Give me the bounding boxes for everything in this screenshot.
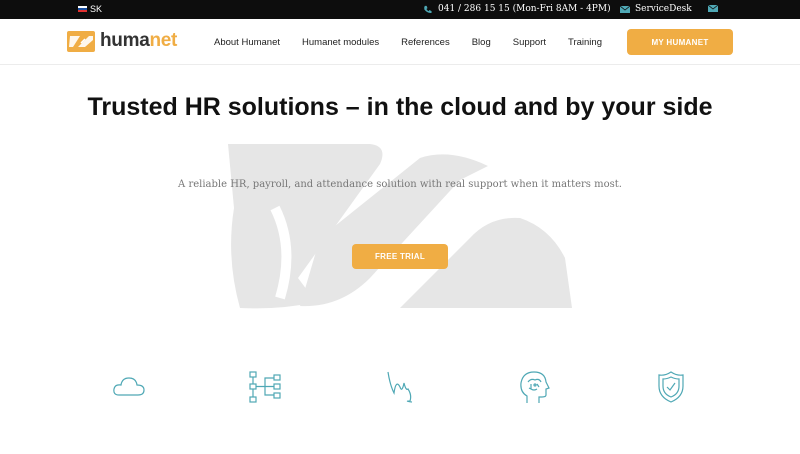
hero-subtitle: A reliable HR, payroll, and attendance s…: [178, 179, 622, 190]
email-link[interactable]: [708, 4, 718, 14]
service-desk-label: ServiceDesk: [635, 4, 692, 14]
logo[interactable]: humanet: [67, 30, 177, 52]
brain-head-icon: [520, 371, 550, 403]
main-nav: About Humanet Humanet modules References…: [214, 37, 602, 48]
mail-icon: [620, 5, 630, 13]
hero-title: Trusted HR solutions – in the cloud and …: [87, 93, 713, 121]
nav-modules[interactable]: Humanet modules: [302, 37, 379, 48]
mail-icon: [708, 5, 718, 12]
signature-icon: [387, 371, 413, 403]
main-header: humanet About Humanet Humanet modules Re…: [0, 19, 800, 65]
nav-blog[interactable]: Blog: [472, 37, 491, 48]
nav-references[interactable]: References: [401, 37, 450, 48]
watermark-logo-graphic: [228, 144, 572, 309]
org-chart-icon: [249, 371, 281, 403]
nav-about[interactable]: About Humanet: [214, 37, 280, 48]
shield-icon: [658, 371, 684, 403]
free-trial-button[interactable]: FREE TRIAL: [352, 244, 448, 269]
my-humanet-button[interactable]: MY HUMANET: [627, 29, 733, 55]
phone-text: 041 / 286 15 15 (Mon-Fri 8AM - 4PM): [438, 4, 611, 14]
flag-sk-icon: [78, 6, 87, 12]
nav-training[interactable]: Training: [568, 37, 602, 48]
feature-signature: [380, 367, 420, 407]
phone-contact[interactable]: 041 / 286 15 15 (Mon-Fri 8AM - 4PM): [423, 4, 611, 14]
nav-support[interactable]: Support: [513, 37, 546, 48]
language-label: SK: [90, 4, 103, 14]
cloud-icon: [113, 377, 145, 396]
top-bar: SK 041 / 286 15 15 (Mon-Fri 8AM - 4PM) S…: [0, 0, 800, 19]
feature-cloud: [109, 367, 149, 407]
language-switcher[interactable]: SK: [78, 4, 102, 14]
feature-brain: [514, 367, 554, 407]
feature-org-chart: [244, 367, 284, 407]
feature-security: [651, 367, 691, 407]
logo-mark-icon: [67, 30, 95, 52]
phone-icon: [424, 5, 432, 13]
logo-text: humanet: [100, 30, 178, 51]
service-desk-link[interactable]: ServiceDesk: [620, 4, 692, 14]
